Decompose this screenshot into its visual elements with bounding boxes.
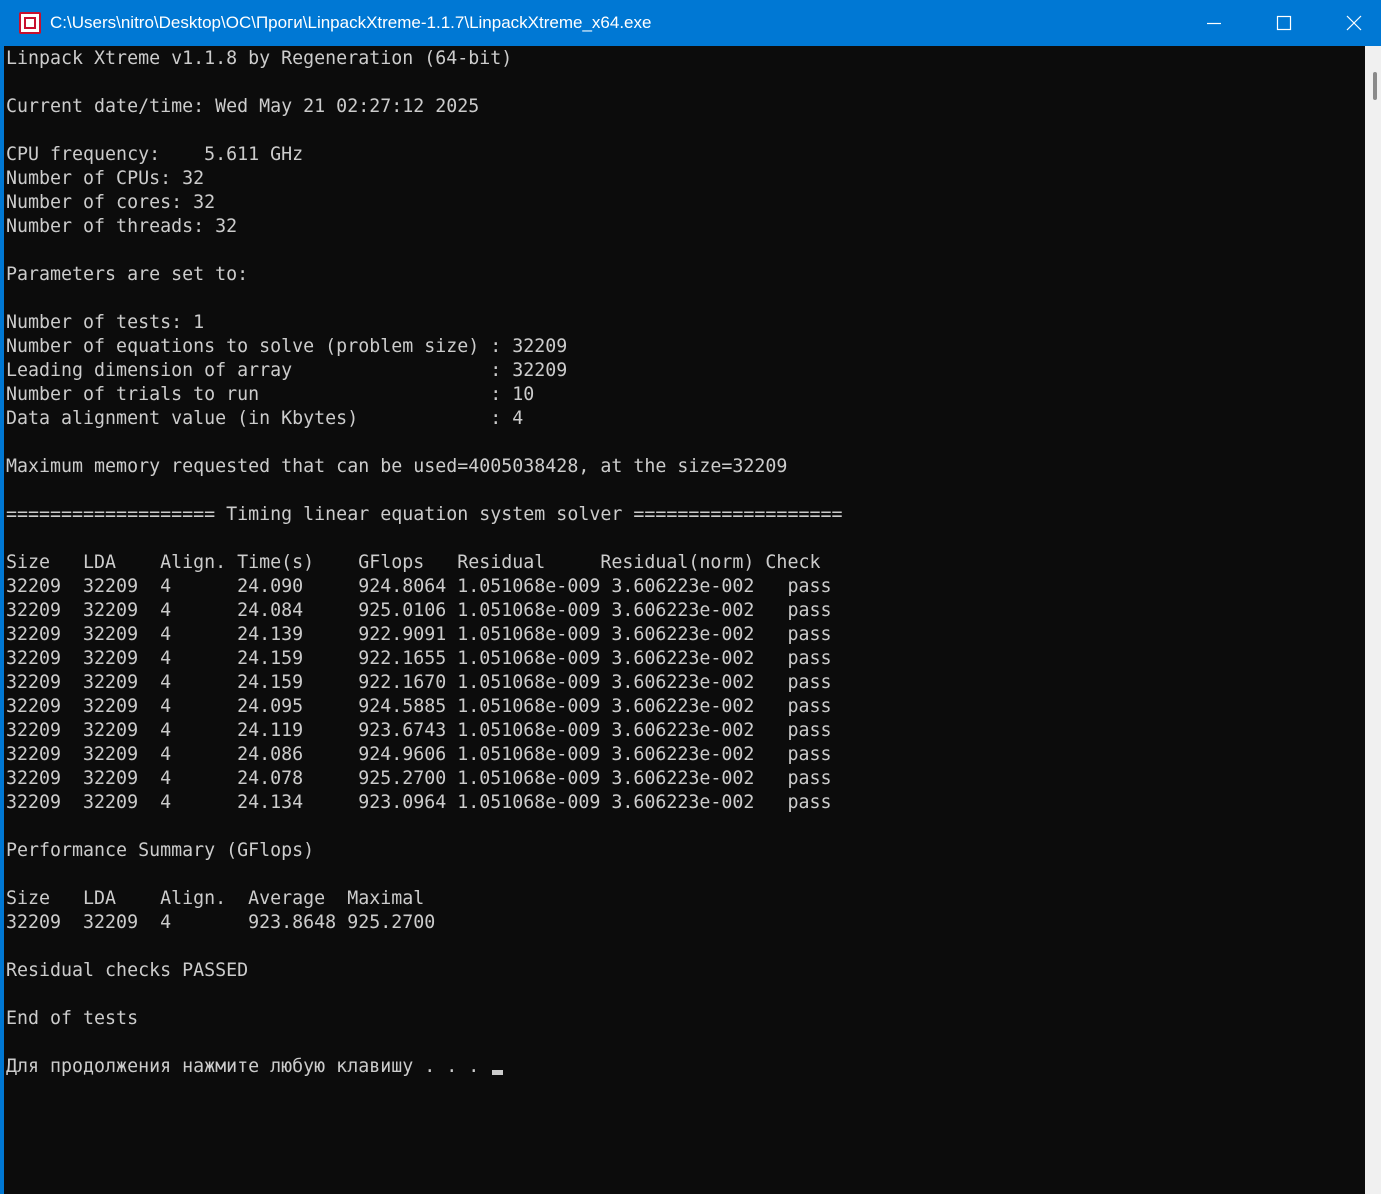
close-button[interactable]: [1320, 0, 1381, 46]
console-lines: Linpack Xtreme v1.1.8 by Regeneration (6…: [6, 47, 842, 1079]
results-row: 32209 32209 4 24.090 924.8064 1.051068e-…: [6, 576, 832, 597]
console-line: Parameters are set to:: [6, 264, 249, 285]
window-title: C:\Users\nitro\Desktop\OC\Проги\LinpackX…: [50, 13, 652, 32]
title-bar[interactable]: C:\Users\nitro\Desktop\OC\Проги\LinpackX…: [4, 0, 1381, 46]
console-output[interactable]: Linpack Xtreme v1.1.8 by Regeneration (6…: [6, 46, 1361, 1194]
results-row: 32209 32209 4 24.159 922.1670 1.051068e-…: [6, 672, 832, 693]
scrollbar-thumb[interactable]: [1373, 72, 1377, 100]
summary-title: Performance Summary (GFlops): [6, 840, 315, 861]
results-row: 32209 32209 4 24.086 924.9606 1.051068e-…: [6, 744, 832, 765]
prompt-line: Для продолжения нажмите любую клавишу . …: [6, 1055, 842, 1079]
console-line: Data alignment value (in Kbytes) : 4: [6, 408, 524, 429]
console-line: CPU frequency: 5.611 GHz: [6, 144, 304, 165]
results-row: 32209 32209 4 24.159 922.1655 1.051068e-…: [6, 648, 832, 669]
console-window: C:\Users\nitro\Desktop\OC\Проги\LinpackX…: [0, 0, 1381, 1194]
console-line: =================== Timing linear equati…: [6, 504, 843, 525]
console-line: Maximum memory requested that can be use…: [6, 456, 788, 477]
results-row: 32209 32209 4 24.119 923.6743 1.051068e-…: [6, 720, 832, 741]
minimize-icon: [1207, 22, 1221, 25]
results-row: 32209 32209 4 24.134 923.0964 1.051068e-…: [6, 792, 832, 813]
console-line: Number of trials to run : 10: [6, 384, 535, 405]
results-header: Size LDA Align. Time(s) GFlops Residual …: [6, 552, 821, 573]
console-line: Leading dimension of array : 32209: [6, 360, 568, 381]
residual-status: Residual checks PASSED: [6, 960, 249, 981]
console-line: Number of tests: 1: [6, 312, 205, 333]
console-line: Number of CPUs: 32: [6, 168, 205, 189]
maximize-icon: [1276, 15, 1292, 31]
text-cursor: [492, 1070, 504, 1075]
results-row: 32209 32209 4 24.095 924.5885 1.051068e-…: [6, 696, 832, 717]
console-line: Number of cores: 32: [6, 192, 216, 213]
summary-row: 32209 32209 4 923.8648 925.2700: [6, 912, 436, 933]
maximize-button[interactable]: [1250, 0, 1318, 46]
results-row: 32209 32209 4 24.078 925.2700 1.051068e-…: [6, 768, 832, 789]
console-line: Number of equations to solve (problem si…: [6, 336, 568, 357]
prompt-text: Для продолжения нажмите любую клавишу . …: [6, 1056, 491, 1077]
console-line: Current date/time: Wed May 21 02:27:12 2…: [6, 96, 480, 117]
linpack-app-icon: [19, 12, 41, 34]
results-row: 32209 32209 4 24.139 922.9091 1.051068e-…: [6, 624, 832, 645]
summary-header: Size LDA Align. Average Maximal: [6, 888, 425, 909]
console-line: Number of threads: 32: [6, 216, 238, 237]
minimize-button[interactable]: [1180, 0, 1248, 46]
results-row: 32209 32209 4 24.084 925.0106 1.051068e-…: [6, 600, 832, 621]
end-of-tests: End of tests: [6, 1008, 139, 1029]
vertical-scrollbar[interactable]: [1365, 46, 1381, 1194]
close-icon: [1346, 15, 1362, 31]
console-line: Linpack Xtreme v1.1.8 by Regeneration (6…: [6, 48, 513, 69]
